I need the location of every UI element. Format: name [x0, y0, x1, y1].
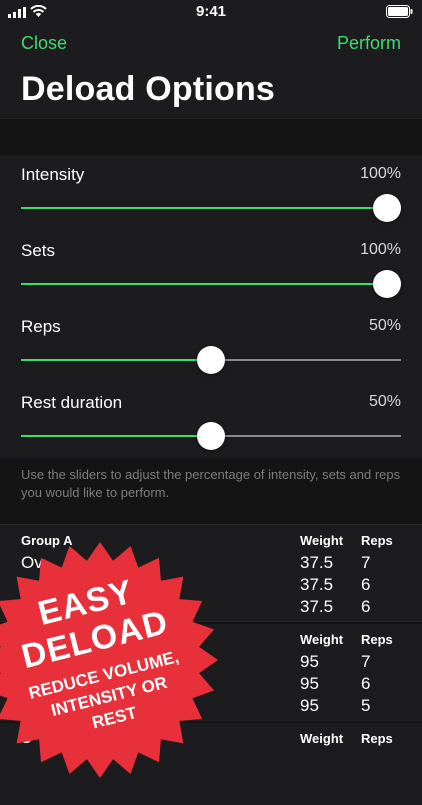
reps-header: Reps [361, 731, 393, 746]
slider-label: Sets [21, 241, 56, 260]
slider-thumb[interactable] [197, 346, 225, 374]
weight-header: Weight [300, 731, 344, 746]
slider-fill [21, 283, 387, 285]
reps-header: Reps [361, 533, 393, 548]
slider-value: 50% [368, 317, 401, 334]
slider-row-intensity: Intensity 100% [0, 155, 422, 232]
reps-cell: 7 [361, 652, 371, 671]
weight-header: Weight [300, 533, 344, 548]
slider-row-sets: Sets 100% [0, 231, 422, 308]
weight-header: Weight [300, 632, 344, 647]
page-title: Deload Options [21, 70, 276, 108]
help-section: Use the sliders to adjust the percentage… [0, 458, 422, 525]
section-separator [0, 118, 422, 156]
intensity-slider[interactable] [21, 194, 401, 222]
slider-value: 100% [360, 241, 401, 258]
slider-row-reps: Reps 50% [0, 307, 422, 384]
weight-cell: 95 [300, 696, 319, 715]
slider-thumb[interactable] [197, 422, 225, 450]
slider-value: 100% [360, 165, 401, 182]
reps-slider[interactable] [21, 346, 401, 374]
battery-icon [386, 5, 413, 18]
promo-badge: EASY DELOAD REDUCE VOLUME, INTENSITY OR … [0, 540, 220, 780]
weight-cell: 95 [300, 652, 319, 671]
weight-cell: 95 [300, 674, 319, 693]
reps-header: Reps [361, 632, 393, 647]
slider-label: Rest duration [21, 393, 123, 412]
reps-cell: 6 [361, 575, 371, 594]
rest-duration-slider[interactable] [21, 422, 401, 450]
slider-thumb[interactable] [373, 194, 401, 222]
weight-cell: 37.5 [300, 575, 334, 594]
slider-fill [21, 207, 387, 209]
slider-thumb[interactable] [373, 270, 401, 298]
slider-value: 50% [368, 393, 401, 410]
close-button[interactable]: Close [21, 33, 67, 54]
weight-cell: 37.5 [300, 597, 334, 616]
slider-row-rest-duration: Rest duration 50% [0, 383, 422, 460]
slider-fill [21, 359, 211, 361]
reps-cell: 7 [361, 553, 371, 572]
reps-cell: 6 [361, 674, 371, 693]
sets-slider[interactable] [21, 270, 401, 298]
reps-cell: 5 [361, 696, 371, 715]
slider-fill [21, 435, 211, 437]
slider-label: Intensity [21, 165, 85, 184]
help-text: Use the sliders to adjust the percentage… [21, 467, 401, 500]
status-time: 9:41 [195, 3, 227, 20]
slider-label: Reps [21, 317, 61, 336]
perform-button[interactable]: Perform [337, 33, 401, 54]
weight-cell: 37.5 [300, 553, 334, 572]
status-bar: 9:41 [0, 0, 422, 24]
reps-cell: 6 [361, 597, 371, 616]
